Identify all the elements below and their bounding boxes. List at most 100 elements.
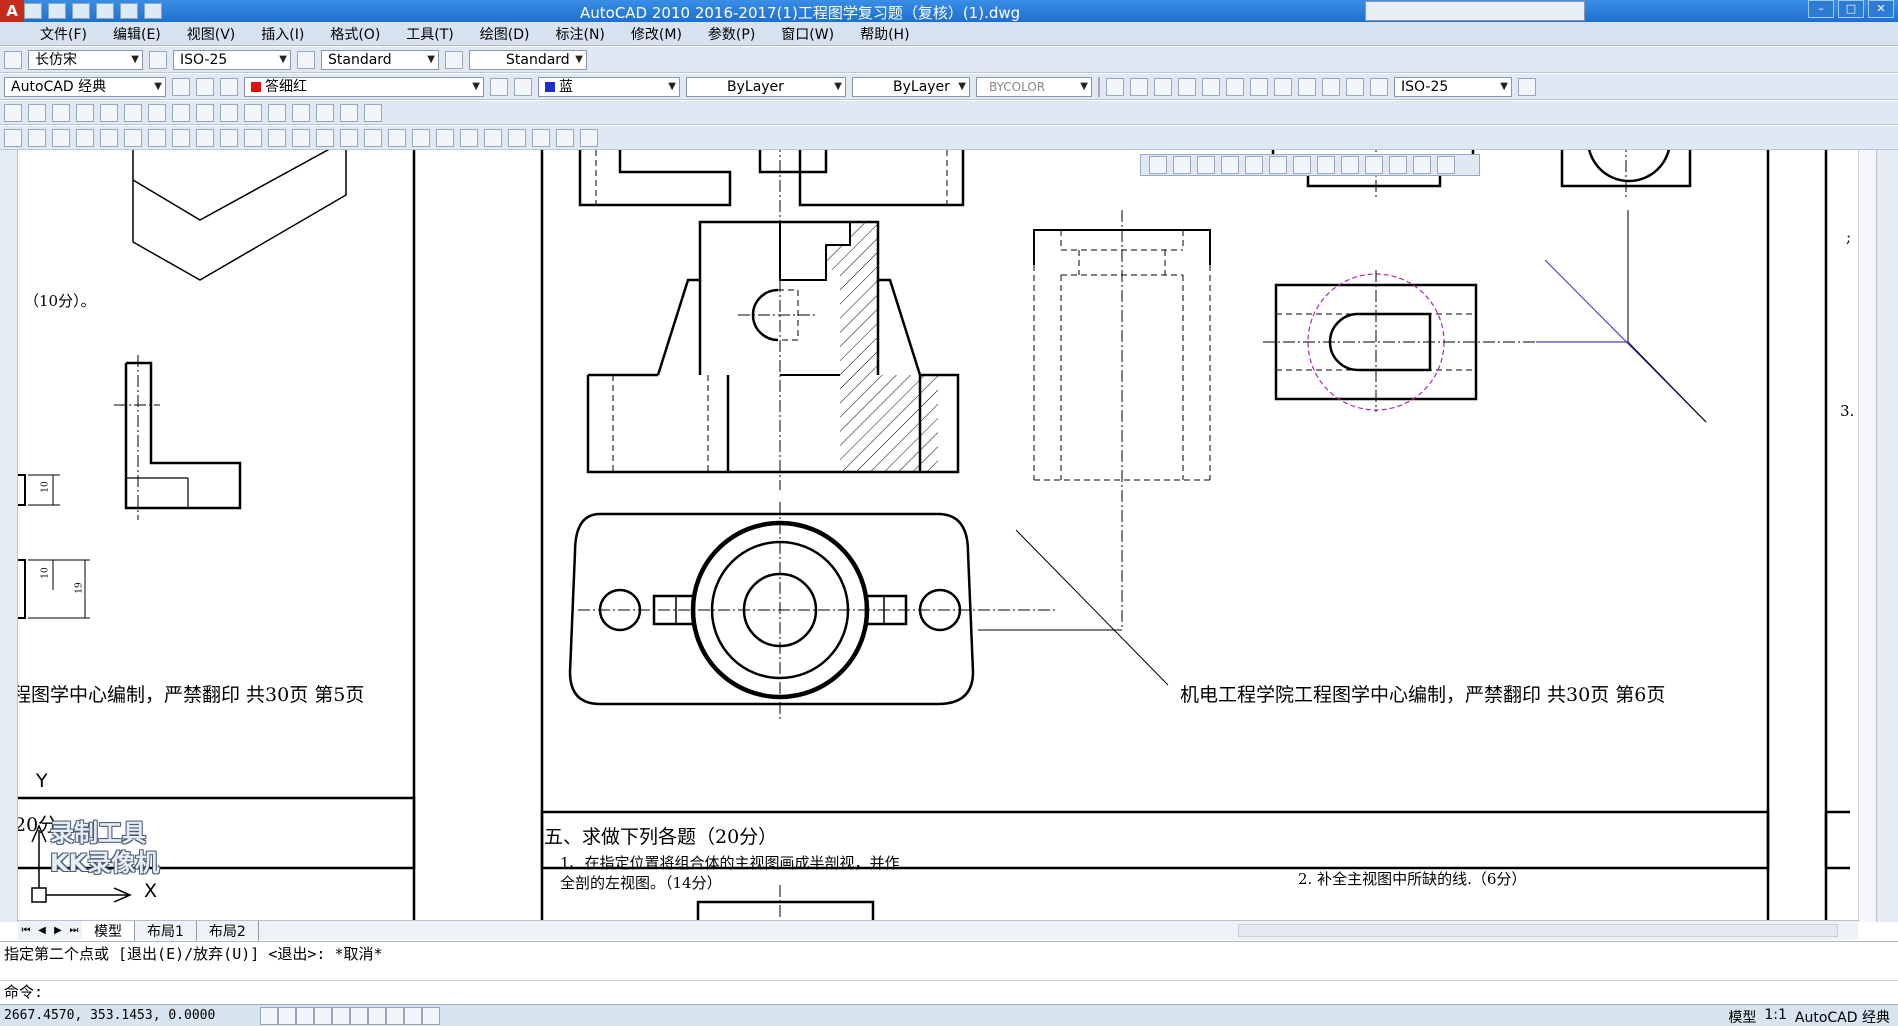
undo-tb-icon[interactable] [292,128,310,147]
menu-file[interactable]: 文件(F) [40,24,87,44]
dim-style-icon[interactable] [149,50,167,69]
menu-dimension[interactable]: 标注(N) [556,24,605,44]
dim-tolerance-icon[interactable] [1389,156,1407,174]
zoom-realtime-icon[interactable] [364,128,382,147]
font-select[interactable]: 长仿宋 [28,49,143,70]
dim-radius-icon[interactable] [1245,156,1263,174]
dim-continue-icon[interactable] [1317,156,1335,174]
ortho-icon[interactable] [296,1006,314,1025]
open-icon[interactable] [48,3,66,19]
pyramid-icon[interactable] [220,103,238,122]
next-tab-icon[interactable]: ▶ [50,925,66,936]
app-logo-icon[interactable]: A [0,0,24,22]
arc-length-icon[interactable] [1154,77,1172,96]
command-input[interactable]: 命令: [0,980,1898,1002]
dim-ordinate-icon[interactable] [1221,156,1239,174]
dyn-icon[interactable] [386,1006,404,1025]
polar-icon[interactable] [314,1006,332,1025]
undo-icon[interactable] [96,3,114,19]
qnew-icon[interactable] [4,128,22,147]
tolerance-icon[interactable] [1370,77,1388,96]
dim-style-select-2[interactable]: ISO-25 [1394,76,1512,97]
menu-format[interactable]: 格式(O) [330,24,380,44]
dim-angular-icon[interactable] [1269,156,1287,174]
redo-icon[interactable] [120,3,138,19]
menu-parametric[interactable]: 参数(P) [708,24,755,44]
baseline-icon[interactable] [1322,77,1340,96]
dim-style-select[interactable]: ISO-25 [173,49,291,70]
layer-state-icon[interactable] [220,77,238,96]
dim-arc-icon[interactable] [1197,156,1215,174]
cut-icon[interactable] [172,128,190,147]
zoom-previous-icon[interactable] [412,128,430,147]
make-current-icon[interactable] [490,77,508,96]
modify-toolbar-right[interactable] [1876,150,1898,922]
orbit-icon[interactable] [4,103,22,122]
jogged-icon[interactable] [1226,77,1244,96]
qp-icon[interactable] [422,1006,440,1025]
publish-icon[interactable] [124,128,142,147]
angular-icon[interactable] [1274,77,1292,96]
sweep-icon[interactable] [292,103,310,122]
layer-previous-icon[interactable] [514,77,532,96]
pan-icon[interactable] [340,128,358,147]
workspace-switch[interactable]: AutoCAD 经典 [1795,1007,1890,1026]
grid-icon[interactable] [278,1006,296,1025]
dim-style-manager-icon[interactable] [1518,77,1536,96]
sheet-set-icon[interactable] [508,128,526,147]
prev-tab-icon[interactable]: ◀ [34,925,50,936]
dim-inspect-icon[interactable] [1437,156,1455,174]
dim-break-icon[interactable] [1365,156,1383,174]
table-style-select[interactable]: Standard [469,49,587,70]
save-file-icon[interactable] [52,128,70,147]
cone-icon[interactable] [124,103,142,122]
tab-model[interactable]: 模型 [82,920,135,941]
tab-layout1[interactable]: 布局1 [135,920,197,941]
menu-view[interactable]: 视图(V) [187,24,236,44]
block-editor-icon[interactable] [268,128,286,147]
aligned-dim-icon[interactable] [1130,77,1148,96]
union-icon[interactable] [340,103,358,122]
tab-layout2[interactable]: 布局2 [197,920,259,941]
menu-modify[interactable]: 修改(M) [631,24,682,44]
workspace-settings-icon[interactable] [172,77,190,96]
ordinate-icon[interactable] [1178,77,1196,96]
sphere-icon[interactable] [148,103,166,122]
layer-properties-icon[interactable] [196,77,214,96]
drawing-canvas[interactable]: （10分）。 程图学中心编制，严禁翻印 共30页 第5页 机电工程学院工程图学中… [18,150,1858,922]
print-icon[interactable] [144,3,162,19]
subtract-icon[interactable] [364,103,382,122]
copy-icon[interactable] [196,128,214,147]
help-icon[interactable] [580,128,598,147]
vertical-scrollbar[interactable] [1858,150,1876,922]
help-search-box[interactable] [1365,1,1585,21]
wedge-icon[interactable] [100,103,118,122]
text-style-icon[interactable] [4,50,22,69]
plot-icon[interactable] [76,128,94,147]
radius-icon[interactable] [1202,77,1220,96]
ducs-icon[interactable] [368,1006,386,1025]
box-icon[interactable] [76,103,94,122]
markup-icon[interactable] [532,128,550,147]
menu-edit[interactable]: 编辑(E) [113,24,161,44]
quickcalc-icon[interactable] [556,128,574,147]
draw-toolbar-left[interactable] [0,150,18,922]
quick-dim-icon[interactable] [1298,77,1316,96]
extrude-icon[interactable] [244,103,262,122]
otrack-icon[interactable] [350,1006,368,1025]
lineweight-toggle-icon[interactable] [404,1006,422,1025]
dim-center-icon[interactable] [1413,156,1431,174]
zoom-window-icon[interactable] [388,128,406,147]
properties-icon[interactable] [436,128,454,147]
layer-select[interactable]: 答细红 [244,76,484,97]
osnap-icon[interactable] [332,1006,350,1025]
paste-icon[interactable] [220,128,238,147]
loft-icon[interactable] [316,103,334,122]
continuous-orbit-icon[interactable] [52,103,70,122]
revolve-icon[interactable] [268,103,286,122]
horizontal-scrollbar[interactable] [1238,924,1838,937]
linear-dim-icon[interactable] [1106,77,1124,96]
menu-draw[interactable]: 绘图(D) [480,24,530,44]
menu-insert[interactable]: 插入(I) [261,24,304,44]
preview-icon[interactable] [100,128,118,147]
